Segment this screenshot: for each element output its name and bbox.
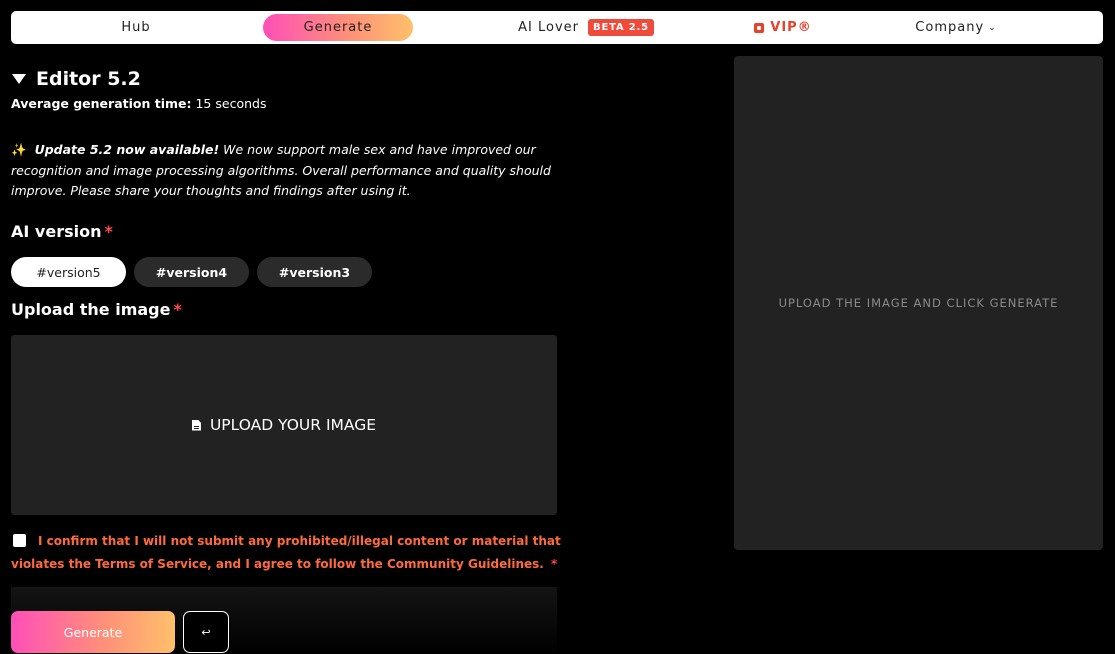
collapse-triangle-icon bbox=[12, 74, 26, 84]
editor-title-text: Editor 5.2 bbox=[36, 68, 141, 90]
generate-button-label: Generate bbox=[63, 624, 123, 640]
update-notice: ✨ Update 5.2 now available! We now suppo… bbox=[11, 140, 561, 202]
terms-confirmation: I confirm that I will not submit any pro… bbox=[11, 530, 561, 576]
upload-dropzone[interactable]: UPLOAD YOUR IMAGE bbox=[11, 335, 557, 515]
sparkle-icon: ✨ bbox=[11, 142, 27, 157]
upload-heading: Upload the image * bbox=[11, 300, 182, 319]
ai-version-heading: AI version * bbox=[11, 222, 113, 241]
update-headline: Update 5.2 now available! bbox=[34, 142, 220, 157]
required-mark: * bbox=[551, 557, 558, 571]
version3-label: #version3 bbox=[278, 264, 351, 280]
nav-vip-label: VIP® bbox=[770, 20, 812, 35]
result-preview-panel: UPLOAD THE IMAGE AND CLICK GENERATE bbox=[734, 56, 1103, 550]
avg-value: 15 seconds bbox=[195, 96, 267, 111]
terms-checkbox[interactable] bbox=[13, 534, 26, 547]
nav-hub[interactable]: Hub bbox=[101, 14, 171, 41]
top-nav: Hub Generate AI Lover BETA 2.5 VIP® Comp… bbox=[11, 11, 1103, 44]
required-mark: * bbox=[104, 222, 113, 241]
avg-generation-time: Average generation time: 15 seconds bbox=[11, 96, 266, 111]
version3-button[interactable]: #version3 bbox=[257, 257, 372, 287]
file-icon bbox=[191, 419, 201, 431]
return-icon: ↩ bbox=[201, 626, 211, 639]
upload-button-label: UPLOAD YOUR IMAGE bbox=[209, 416, 377, 434]
required-mark: * bbox=[173, 300, 182, 319]
nav-generate[interactable]: Generate bbox=[263, 14, 413, 41]
nav-generate-label: Generate bbox=[303, 20, 373, 35]
nav-vip[interactable]: VIP® bbox=[753, 14, 813, 41]
nav-ai-lover-label: AI Lover bbox=[518, 20, 580, 35]
nav-company[interactable]: Company ⌄ bbox=[911, 14, 1001, 41]
nav-company-label: Company bbox=[915, 20, 985, 35]
vip-icon bbox=[754, 22, 765, 33]
version4-button[interactable]: #version4 bbox=[134, 257, 249, 287]
version5-button[interactable]: #version5 bbox=[11, 257, 126, 287]
preview-placeholder: UPLOAD THE IMAGE AND CLICK GENERATE bbox=[778, 296, 1059, 310]
return-button[interactable]: ↩ bbox=[183, 611, 229, 653]
version5-label: #version5 bbox=[36, 264, 101, 280]
chevron-down-icon: ⌄ bbox=[988, 22, 997, 33]
nav-hub-label: Hub bbox=[121, 20, 151, 35]
ai-version-label: AI version bbox=[11, 222, 102, 241]
version4-label: #version4 bbox=[155, 264, 228, 280]
avg-label: Average generation time: bbox=[11, 96, 192, 111]
nav-ai-lover[interactable]: AI Lover BETA 2.5 bbox=[511, 14, 661, 41]
generate-button[interactable]: Generate bbox=[11, 611, 175, 653]
terms-text: I confirm that I will not submit any pro… bbox=[11, 534, 561, 571]
beta-badge: BETA 2.5 bbox=[588, 19, 654, 36]
upload-heading-label: Upload the image bbox=[11, 300, 171, 319]
editor-title[interactable]: Editor 5.2 bbox=[11, 68, 141, 90]
